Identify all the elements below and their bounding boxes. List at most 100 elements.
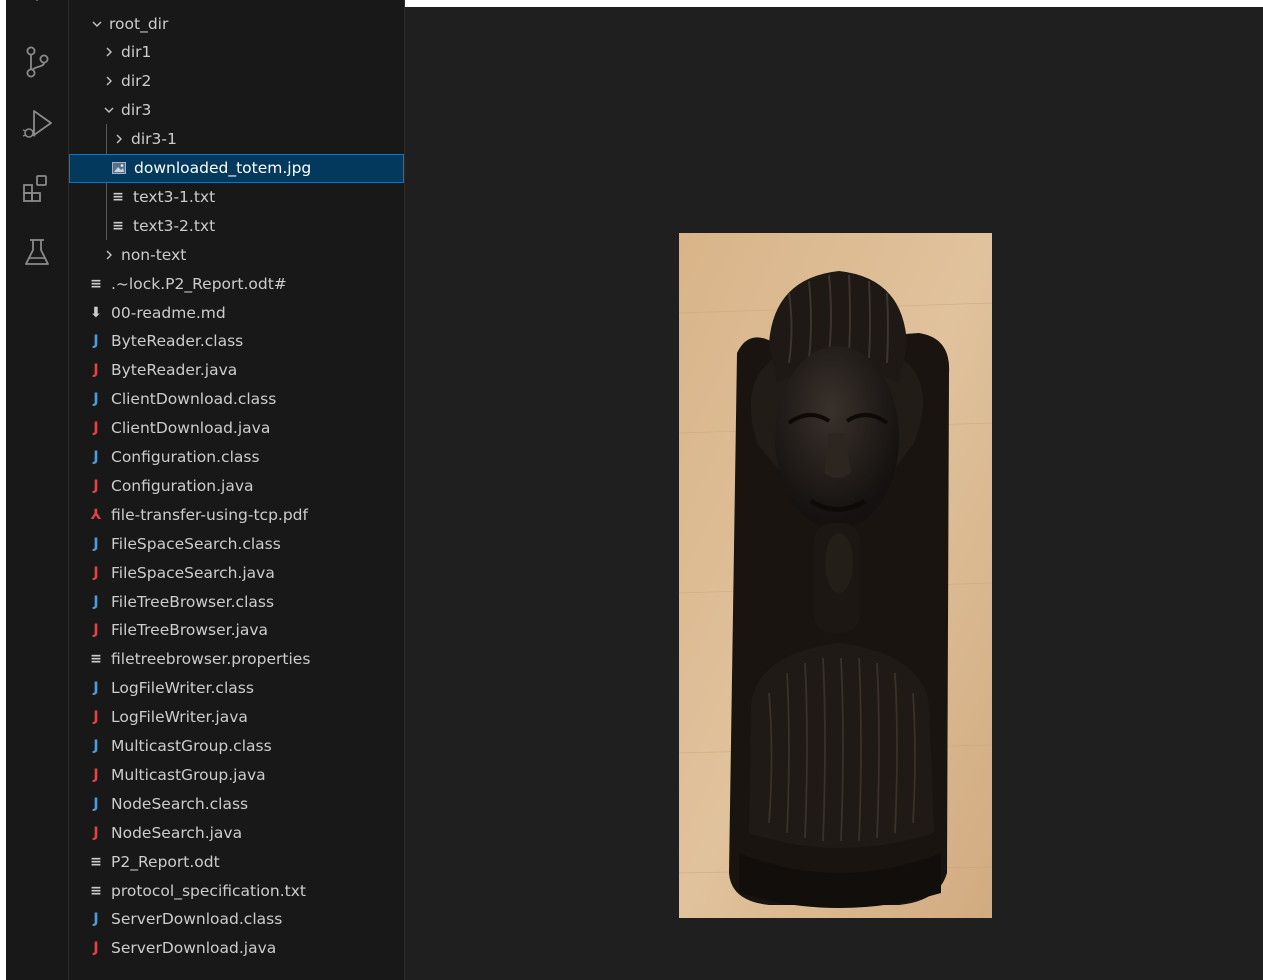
text-file-icon: ≡ — [90, 882, 102, 899]
class-file-icon: J — [93, 738, 99, 754]
tree-item-label: ServerDownload.java — [111, 939, 277, 958]
file-item[interactable]: J FileTreeBrowser.class — [69, 587, 404, 616]
file-item[interactable]: J Configuration.class — [69, 443, 404, 472]
markdown-file-icon: ⬇ — [90, 304, 102, 321]
tree-item-label: text3-1.txt — [133, 187, 216, 206]
extensions-icon[interactable] — [20, 172, 54, 206]
chevron-right-icon[interactable] — [101, 73, 117, 89]
text-file-icon: ≡ — [112, 217, 124, 234]
file-item[interactable]: J ClientDownload.class — [69, 385, 404, 414]
tree-item-label: LogFileWriter.class — [111, 679, 254, 698]
file-item[interactable]: ≡ text3-1.txt — [69, 182, 404, 211]
tree-item-label: FileTreeBrowser.java — [111, 621, 269, 640]
tree-item-label: NodeSearch.class — [111, 794, 249, 813]
file-item[interactable]: J ServerDownload.class — [69, 905, 404, 934]
tree-item-label: protocol_specification.txt — [111, 881, 306, 900]
file-item[interactable]: J MulticastGroup.java — [69, 760, 404, 789]
file-item[interactable]: J NodeSearch.class — [69, 789, 404, 818]
java-file-icon: J — [93, 824, 99, 841]
tree-item-label: dir1 — [121, 43, 152, 62]
text-file-icon: ≡ — [90, 651, 102, 668]
explorer-sidebar: root_dir dir1 dir2 dir3 dir3-1 downloaded_tot… — [69, 0, 405, 980]
tree-item-label: P2_Report.odt — [111, 852, 220, 871]
chevron-right-icon[interactable] — [101, 44, 117, 60]
folder-item[interactable]: dir3-1 — [69, 125, 404, 154]
folder-item[interactable]: dir2 — [69, 67, 404, 96]
tree-item-label: ClientDownload.java — [111, 419, 271, 438]
file-item[interactable]: J ByteReader.java — [69, 356, 404, 385]
tree-item-label: .~lock.P2_Report.odt# — [111, 274, 287, 293]
file-item[interactable]: J NodeSearch.java — [69, 818, 404, 847]
file-item[interactable]: J Configuration.java — [69, 471, 404, 500]
tree-item-label: dir2 — [121, 72, 152, 91]
chevron-down-icon[interactable] — [101, 102, 117, 118]
file-item[interactable]: J LogFileWriter.java — [69, 703, 404, 732]
tree-item-label: dir3-1 — [131, 130, 177, 149]
run-debug-icon[interactable] — [20, 107, 54, 141]
class-file-icon: J — [93, 333, 99, 350]
activity-bar — [6, 0, 69, 980]
source-control-icon[interactable] — [20, 45, 54, 79]
tree-item-label: FileTreeBrowser.class — [111, 592, 275, 611]
folder-item[interactable]: dir1 — [69, 38, 404, 67]
tree-item-label: ClientDownload.class — [111, 390, 277, 409]
java-file-icon: J — [93, 564, 99, 581]
image-file-icon — [112, 160, 126, 176]
file-item[interactable]: downloaded_totem.jpg — [69, 153, 404, 183]
tree-item-label: dir3 — [121, 101, 152, 120]
file-item[interactable]: J MulticastGroup.class — [69, 732, 404, 761]
window-top-strip — [405, 0, 1263, 7]
file-item[interactable]: J ServerDownload.java — [69, 934, 404, 963]
class-file-icon: J — [93, 680, 99, 697]
chevron-down-icon[interactable] — [89, 16, 105, 32]
text-file-icon: ≡ — [112, 188, 124, 205]
tree-item-label: Configuration.class — [111, 448, 260, 466]
tree-item-label: MulticastGroup.class — [111, 737, 272, 755]
testing-icon[interactable] — [20, 236, 54, 270]
tree-item-label: FileSpaceSearch.java — [111, 563, 275, 582]
file-item[interactable]: J ByteReader.class — [69, 327, 404, 356]
tree-item-label: file-transfer-using-tcp.pdf — [111, 505, 308, 524]
tree-item-label: root_dir — [109, 14, 169, 33]
java-file-icon: J — [93, 622, 99, 639]
tree-item-label: ByteReader.class — [111, 332, 244, 351]
pdf-file-icon: ⅄ — [90, 506, 102, 523]
tree-item-label: filetreebrowser.properties — [111, 650, 311, 669]
folder-item[interactable]: non-text — [69, 240, 404, 269]
file-item[interactable]: J ClientDownload.java — [69, 414, 404, 443]
chevron-right-icon[interactable] — [111, 131, 127, 147]
class-file-icon: J — [93, 795, 99, 812]
tree-item-label: FileSpaceSearch.class — [111, 534, 281, 553]
chevron-icon[interactable] — [25, 0, 49, 6]
editor-area — [405, 7, 1263, 980]
class-file-icon: J — [93, 593, 99, 610]
file-item[interactable]: J FileTreeBrowser.java — [69, 616, 404, 645]
file-item[interactable]: J LogFileWriter.class — [69, 674, 404, 703]
file-item[interactable]: ≡ filetreebrowser.properties — [69, 645, 404, 674]
tree-item-label: LogFileWriter.java — [111, 708, 248, 727]
file-item[interactable]: J FileSpaceSearch.class — [69, 529, 404, 558]
folder-item[interactable]: dir3 — [69, 96, 404, 125]
text-file-icon: ≡ — [90, 275, 102, 292]
tree-item-label: Configuration.java — [111, 476, 254, 495]
tree-item-label: non-text — [121, 245, 187, 264]
folder-item[interactable]: root_dir — [69, 9, 404, 38]
tree-item-label: ServerDownload.class — [111, 910, 283, 929]
chevron-right-icon[interactable] — [101, 247, 117, 263]
file-item[interactable]: ≡ protocol_specification.txt — [69, 876, 404, 905]
tree-item-label: 00-readme.md — [111, 303, 226, 322]
java-file-icon: J — [93, 420, 99, 437]
file-item[interactable]: J FileSpaceSearch.java — [69, 558, 404, 587]
class-file-icon: J — [93, 535, 99, 552]
java-file-icon: J — [93, 362, 99, 379]
file-item[interactable]: ⬇ 00-readme.md — [69, 298, 404, 327]
tree-item-label: ByteReader.java — [111, 361, 238, 380]
tree-item-label: MulticastGroup.java — [111, 765, 266, 784]
file-item[interactable]: ≡ .~lock.P2_Report.odt# — [69, 269, 404, 298]
text-file-icon: ≡ — [90, 853, 102, 870]
java-file-icon: J — [93, 477, 99, 494]
file-item[interactable]: ⅄ file-transfer-using-tcp.pdf — [69, 500, 404, 529]
file-item[interactable]: ≡ P2_Report.odt — [69, 847, 404, 876]
java-file-icon: J — [93, 940, 99, 957]
file-item[interactable]: ≡ text3-2.txt — [69, 211, 404, 240]
